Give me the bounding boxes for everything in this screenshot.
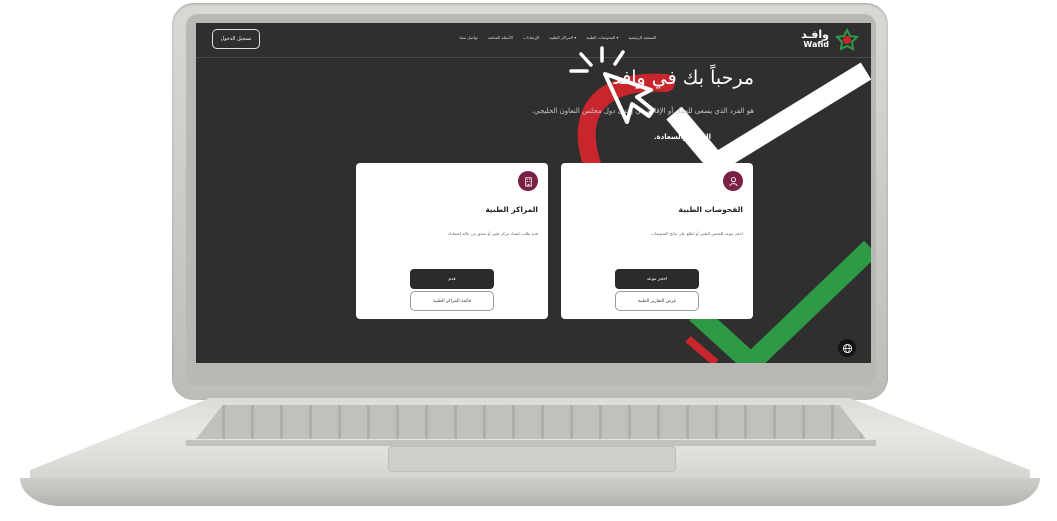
card-title: الفحوصات الطبية: [678, 205, 743, 214]
wafid-logo[interactable]: وافـد Wafid: [799, 26, 859, 52]
nav-item-guidelines[interactable]: الإرشادات: [523, 35, 540, 45]
globe-icon[interactable]: [838, 339, 856, 357]
building-icon: [518, 171, 538, 191]
logo-text-en: Wafid: [803, 40, 829, 49]
cursor-icon: [569, 46, 655, 124]
laptop-keyboard: [196, 405, 866, 439]
nav-item-contact[interactable]: تواصل معنا: [459, 35, 478, 45]
hero-tagline: الصحة والسعادة.: [653, 133, 711, 141]
card-medical-centers: المراكز الطبية قدم طلب اعتماد مركز طبي أ…: [356, 163, 548, 319]
book-appointment-button[interactable]: احجز موعد: [615, 269, 699, 289]
card-title: المراكز الطبية: [485, 205, 538, 214]
user-icon: [723, 171, 743, 191]
laptop-screen: تسجيل الدخول الصفحة الرئيسية الفحوصات ال…: [196, 23, 871, 363]
laptop-base-edge: [20, 478, 1040, 506]
nav-item-faq[interactable]: الأسئلة الشائعة: [488, 35, 513, 45]
medical-centers-list-button[interactable]: قائمة المراكز الطبية: [410, 291, 494, 311]
laptop-trackpad: [388, 446, 676, 472]
card-medical-exams: الفحوصات الطبية احجز موعد للفحص الطبي أو…: [561, 163, 753, 319]
login-button[interactable]: تسجيل الدخول: [212, 29, 260, 49]
view-medical-reports-button[interactable]: عرض التقارير الطبية: [615, 291, 699, 311]
card-description: احجز موعد للفحص الطبي أو اطلع على نتائج …: [651, 231, 743, 236]
top-navigation-bar: تسجيل الدخول الصفحة الرئيسية الفحوصات ال…: [196, 23, 871, 58]
logo-mark-icon: [835, 28, 859, 51]
card-description: قدم طلب اعتماد مركز طبي أو تحقق من حالة …: [447, 231, 538, 236]
apply-button[interactable]: قدم: [410, 269, 494, 289]
